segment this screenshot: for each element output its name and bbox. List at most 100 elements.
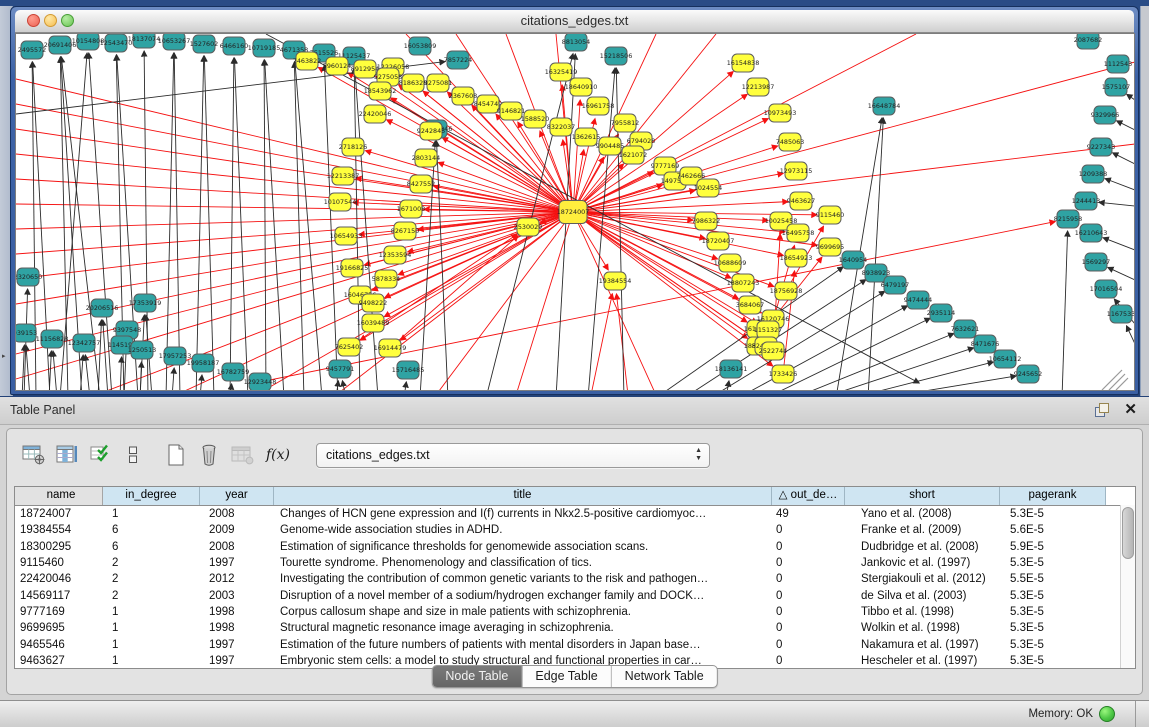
network-node[interactable]: 12973115 [780,162,813,180]
table-cell[interactable]: 2 [103,590,200,602]
network-node[interactable]: 16210643 [1075,224,1108,242]
create-column-icon[interactable] [161,441,191,469]
network-node[interactable]: 8215958 [1054,210,1082,228]
network-node[interactable]: 3684067 [736,296,764,314]
table-cell[interactable]: Estimation of significance thresholds fo… [274,541,772,553]
table-cell[interactable]: 2008 [200,541,274,553]
column-header[interactable]: pagerank [1000,487,1106,505]
table-scrollbar[interactable] [1120,505,1135,668]
network-node[interactable]: 15218506 [600,47,633,65]
table-cell[interactable]: 2012 [200,573,274,585]
network-node[interactable]: 7625402 [335,338,363,356]
tab-node-table[interactable]: Node Table [432,666,522,687]
network-node[interactable]: 18807243 [727,274,760,292]
column-header[interactable]: title [274,487,772,505]
network-node[interactable]: 18724007 [557,201,590,224]
network-node[interactable]: 18720407 [702,232,735,250]
network-node[interactable]: 1640954 [839,251,867,269]
table-cell[interactable]: 1998 [200,606,274,618]
table-cell[interactable]: Wolkin et al. (1998) [845,622,1000,634]
network-node[interactable]: 7986322 [692,212,720,230]
table-cell[interactable]: 1 [103,622,200,634]
network-node[interactable]: 2803144 [412,149,440,167]
window-resize-grip[interactable] [1102,370,1128,390]
table-cell[interactable]: 9777169 [15,606,103,618]
network-node[interactable]: 1527602 [190,35,218,53]
table-cell[interactable]: 2 [103,557,200,569]
function-builder-button[interactable]: f(x) [266,447,290,463]
network-node[interactable]: 8813054 [562,34,590,51]
network-node[interactable]: 2935114 [927,304,955,322]
network-node[interactable]: 7463822 [293,52,321,70]
network-node[interactable]: 9227343 [1087,138,1115,156]
tab-edge-table[interactable]: Edge Table [522,666,611,687]
network-node[interactable]: 9457791 [326,360,354,378]
network-node[interactable]: 2530029 [514,218,542,236]
column-header[interactable]: name [15,487,103,505]
network-node[interactable]: 17016504 [1090,280,1123,298]
table-cell[interactable]: Estimation of the future numbers of pati… [274,639,772,651]
network-node[interactable]: 8471676 [971,335,999,353]
table-row[interactable]: 911546021997Tourette syndrome. Phenomeno… [15,555,1135,571]
network-node[interactable]: 6466160 [220,37,248,55]
table-cell[interactable]: 49 [772,508,845,520]
delete-column-icon[interactable] [194,441,224,469]
table-cell[interactable]: 9699695 [15,622,103,634]
network-node[interactable]: 19166825 [336,259,369,277]
network-node[interactable]: 18756928 [770,282,803,300]
network-node[interactable]: 9699695 [816,238,844,256]
table-row[interactable]: 969969511998Structural magnetic resonanc… [15,620,1135,636]
table-cell[interactable]: 5.3E-5 [1000,622,1106,634]
network-node[interactable]: 2718126 [339,138,367,156]
network-node[interactable]: 10688609 [714,254,747,272]
network-node[interactable]: 9474444 [904,291,932,309]
table-cell[interactable]: 0 [772,590,845,602]
network-node[interactable]: 9275081 [424,74,452,92]
table-cell[interactable]: 9463627 [15,655,103,667]
network-node[interactable]: 1671008 [397,200,425,218]
table-selector-dropdown[interactable]: citations_edges.txt ▲▼ [316,443,710,468]
table-cell[interactable]: Changes of HCN gene expression and I(f) … [274,508,772,520]
table-mode-icon[interactable] [19,441,49,469]
network-node[interactable]: 9115460 [816,206,844,224]
network-node[interactable]: 16053809 [404,37,437,55]
float-panel-icon[interactable] [1095,403,1109,417]
tab-network-table[interactable]: Network Table [612,666,717,687]
table-row[interactable]: 977716911998Corpus callosum shape and si… [15,604,1135,620]
table-cell[interactable]: 5.3E-5 [1000,508,1106,520]
table-cell[interactable]: Corpus callosum shape and size in male p… [274,606,772,618]
network-node[interactable]: 1569297 [1082,253,1110,271]
network-node[interactable]: 18137074 [128,34,161,48]
network-node[interactable]: 5960124 [323,57,351,75]
network-node[interactable]: 1244413 [1072,192,1100,210]
column-header[interactable]: △ out_de… [772,487,845,505]
table-row[interactable]: 1872400712008Changes of HCN gene express… [15,506,1135,522]
network-node[interactable]: 18654923 [780,249,813,267]
table-cell[interactable]: 5.5E-5 [1000,573,1106,585]
table-cell[interactable]: 1 [103,508,200,520]
table-cell[interactable]: Jankovic et al. (1997) [845,557,1000,569]
network-node[interactable]: 5878334 [372,270,400,288]
table-cell[interactable]: 6 [103,541,200,553]
table-cell[interactable]: 9115460 [15,557,103,569]
column-header[interactable]: year [200,487,274,505]
table-cell[interactable]: 9465546 [15,639,103,651]
network-node[interactable]: 1167533 [1107,305,1135,323]
network-node[interactable]: 1112543 [1104,55,1132,73]
network-node[interactable]: 11156828 [36,330,69,348]
table-cell[interactable]: de Silva et al. (2003) [845,590,1000,602]
network-node[interactable]: 10653267 [158,34,191,50]
table-cell[interactable]: 5.3E-5 [1000,606,1106,618]
network-node[interactable]: 2522744 [759,342,787,360]
network-node[interactable]: 12353594 [379,246,412,264]
network-node[interactable]: 19958187 [187,354,220,372]
network-node[interactable]: 1151327 [754,321,782,339]
network-node[interactable]: 2495572 [18,41,46,59]
network-node[interactable]: 9463627 [787,192,815,210]
table-cell[interactable]: 14569117 [15,590,103,602]
table-cell[interactable]: Nakamura et al. (1997) [845,639,1000,651]
network-node[interactable]: 17353919 [129,294,162,312]
network-node[interactable]: 7857224 [444,51,472,69]
table-cell[interactable]: 1997 [200,655,274,667]
table-cell[interactable]: 5.3E-5 [1000,557,1106,569]
